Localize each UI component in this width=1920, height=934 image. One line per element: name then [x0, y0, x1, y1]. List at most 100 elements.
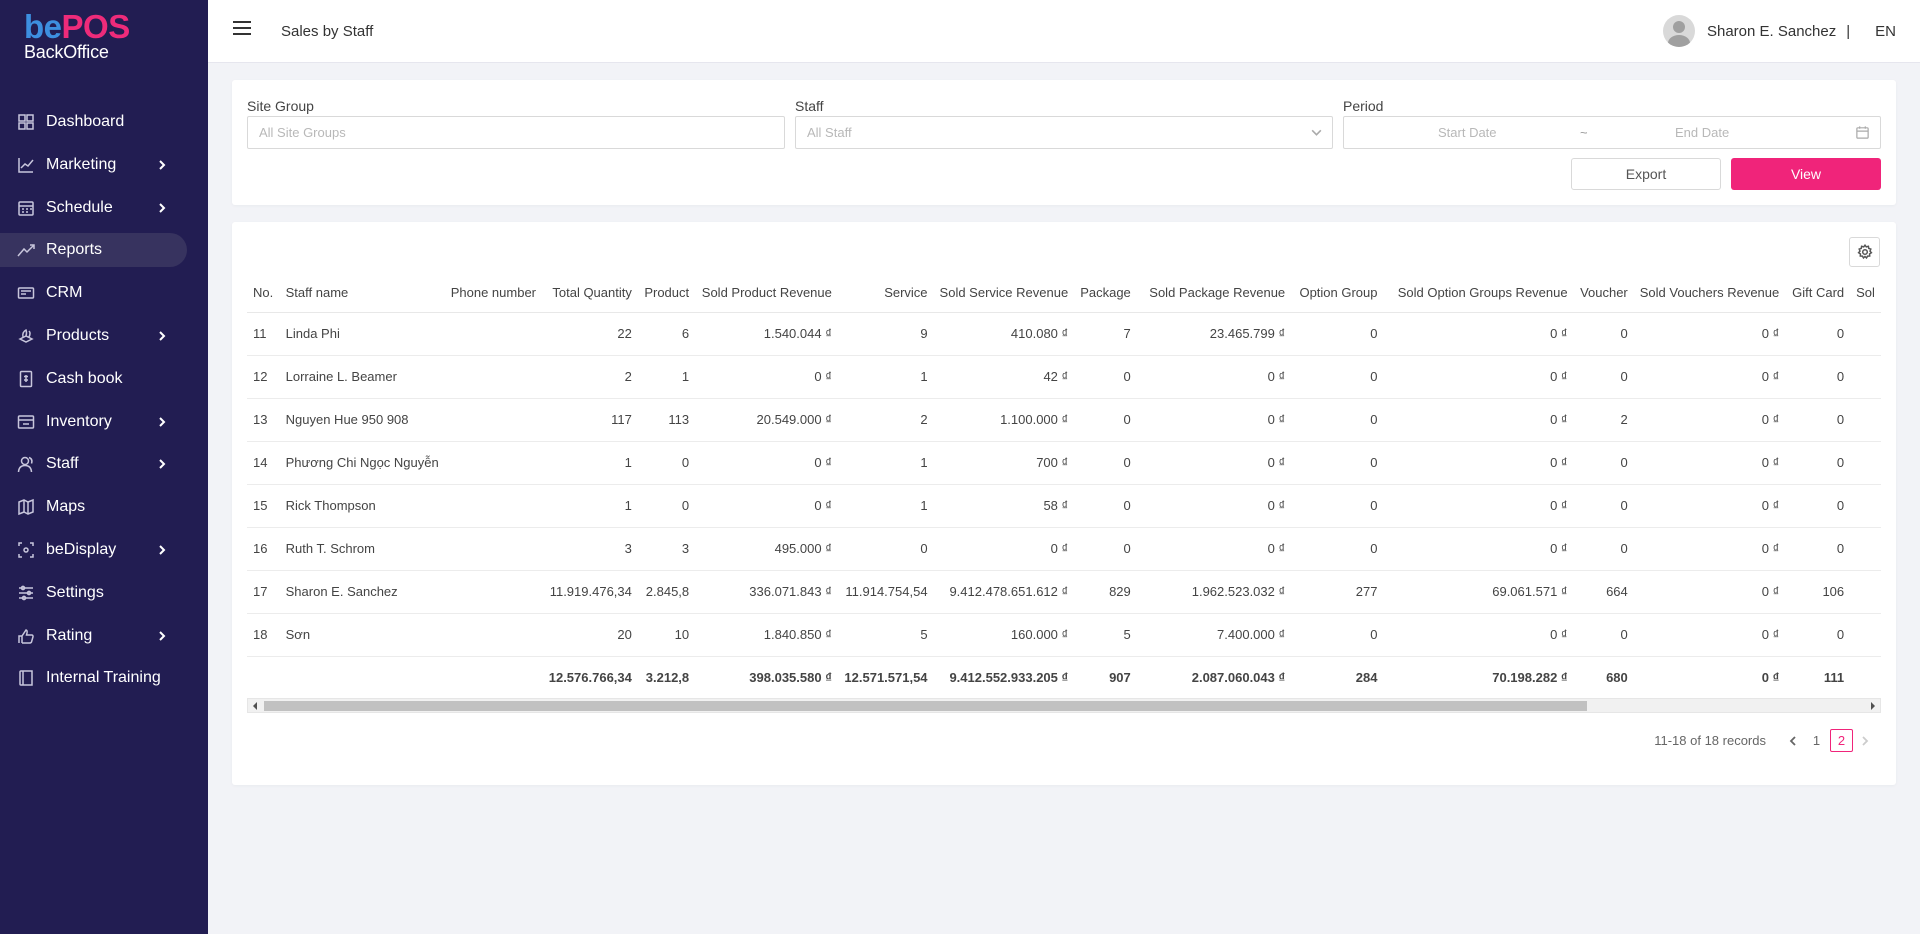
table-cell: 12 — [247, 355, 280, 399]
table-cell: 1 — [637, 355, 696, 399]
avatar[interactable] — [1662, 15, 1695, 47]
sidebar-item-reports[interactable]: Reports — [0, 233, 187, 268]
table-cell: 0 ₫ — [1136, 355, 1292, 399]
column-header[interactable]: Sold Service Revenue — [933, 274, 1075, 313]
table-scroll-area[interactable]: No. Staff name Phone number Total Quantity P… — [247, 274, 1881, 694]
scroll-left-arrow-icon[interactable] — [248, 699, 262, 712]
table-row[interactable]: 13 Nguyen Hue 950 908 117 113 20.549.000 ₫ 2 1… — [247, 398, 1881, 442]
staff-icon — [17, 455, 35, 473]
table-row[interactable]: 18 Sơn 20 10 1.840.850 ₫ 5 160.000 ₫ 5 7.400.000… — [247, 613, 1881, 657]
staff-select[interactable]: All Staff — [795, 116, 1333, 149]
grid-icon — [17, 113, 35, 131]
total-cell: 907 — [1109, 669, 1131, 685]
table-cell: 0 ₫ — [1136, 484, 1292, 528]
table-row[interactable]: 12 Lorraine L. Beamer 2 1 0 ₫ 1 42 ₫ 0 0 ₫ 0 0 ₫ 0 0… — [247, 355, 1881, 399]
user-menu[interactable]: Sharon E. Sanchez | EN — [1662, 15, 1896, 47]
table-row[interactable]: 16 Ruth T. Schrom 3 3 495.000 ₫ 0 0 ₫ 0 0 ₫ 0 0 ₫ 0… — [247, 527, 1881, 571]
sidebar-item-settings[interactable]: Settings — [0, 576, 208, 610]
table-cell: 0 ₫ — [1383, 355, 1574, 399]
table-row[interactable]: 15 Rick Thompson 1 0 0 ₫ 1 58 ₫ 0 0 ₫ 0 0 ₫ 0 0 ₫ 0 — [247, 484, 1881, 528]
table-row[interactable]: 14 Phương Chi Ngọc Nguyễn 1 0 0 ₫ 1 700 ₫ 0 0 ₫ 0… — [247, 441, 1881, 485]
sidebar-item-crm[interactable]: CRM — [0, 276, 208, 310]
language-switch[interactable]: EN — [1875, 23, 1896, 40]
column-settings-button[interactable] — [1849, 237, 1880, 267]
display-icon — [17, 541, 35, 559]
sidebar-item-marketing[interactable]: Marketing — [0, 148, 208, 182]
column-header[interactable]: Staff name — [279, 274, 445, 313]
table-row[interactable]: 11 Linda Phi 22 6 1.540.044 ₫ 9 410.080 ₫ 7 23.4… — [247, 312, 1881, 356]
table-cell — [444, 527, 543, 571]
table-cell: 15 — [247, 484, 280, 528]
table-cell: 11.919.476,34 — [542, 570, 638, 614]
column-header[interactable]: Option Group — [1291, 274, 1384, 313]
sidebar-item-rating[interactable]: Rating — [0, 619, 208, 653]
column-header[interactable]: Sold Vouchers Revenue — [1633, 274, 1786, 313]
table-row[interactable]: 17 Sharon E. Sanchez 11.919.476,34 2.845,8 3… — [247, 570, 1881, 614]
period-range-picker[interactable]: Start Date ~ End Date — [1343, 116, 1881, 149]
sidebar: bePOS BackOffice Dashboard Marketing Sched… — [0, 0, 208, 934]
table-cell: 0 — [1785, 355, 1851, 399]
hamburger-menu-icon[interactable] — [233, 21, 251, 37]
table-cell: 0 ₫ — [1136, 398, 1292, 442]
chevron-right-icon — [154, 328, 170, 344]
next-page-icon[interactable] — [1854, 730, 1876, 752]
table-cell: 117 — [542, 398, 638, 442]
table-cell: 1.100.000 ₫ — [933, 398, 1075, 442]
sidebar-item-dashboard[interactable]: Dashboard — [0, 105, 208, 139]
table-cell: 2 — [542, 355, 638, 399]
table-cell: 829 — [1074, 570, 1137, 614]
sidebar-item-cash-book[interactable]: Cash book — [0, 362, 208, 396]
scroll-right-arrow-icon[interactable] — [1866, 699, 1880, 712]
table-cell: 0 — [1573, 355, 1634, 399]
column-header[interactable]: Total Quantity — [542, 274, 638, 313]
table-cell: 0 — [1785, 398, 1851, 442]
sidebar-item-staff[interactable]: Staff — [0, 447, 208, 481]
table-cell: 0 — [1291, 441, 1384, 485]
table-cell: 0 ₫ — [1383, 312, 1574, 356]
column-header[interactable]: Sold Package Revenue — [1136, 274, 1292, 313]
sidebar-item-bedisplay[interactable]: beDisplay — [0, 533, 208, 567]
sidebar-item-maps[interactable]: Maps — [0, 490, 208, 524]
column-header[interactable]: Sold Product Revenue — [695, 274, 838, 313]
sidebar-item-products[interactable]: Products — [0, 319, 208, 353]
start-date-input[interactable]: Start Date — [1438, 125, 1497, 140]
horizontal-scrollbar[interactable] — [247, 698, 1881, 713]
staff-placeholder: All Staff — [807, 125, 852, 140]
column-header[interactable]: Voucher — [1573, 274, 1634, 313]
table-cell: 0 ₫ — [1136, 441, 1292, 485]
sidebar-item-inventory[interactable]: Inventory — [0, 405, 208, 439]
sidebar-item-internal-training[interactable]: Internal Training — [0, 661, 208, 695]
column-header[interactable]: Package — [1074, 274, 1137, 313]
prev-page-icon[interactable] — [1782, 730, 1804, 752]
column-header[interactable]: Sold Option Groups Revenue — [1383, 274, 1574, 313]
table-cell: 700 ₫ — [933, 441, 1075, 485]
end-date-input[interactable]: End Date — [1675, 125, 1729, 140]
table-cell: Ruth T. Schrom — [279, 527, 445, 571]
sidebar-item-label: Internal Training — [46, 669, 161, 687]
view-button[interactable]: View — [1731, 158, 1881, 190]
column-header[interactable]: No. — [247, 274, 280, 313]
scrollbar-thumb[interactable] — [264, 701, 1587, 711]
sliders-icon — [17, 584, 35, 602]
column-header[interactable]: Product — [637, 274, 696, 313]
column-header[interactable]: Sol — [1850, 274, 1881, 313]
column-header[interactable]: Service — [837, 274, 934, 313]
site-group-select[interactable]: All Site Groups — [247, 116, 785, 149]
logo-be-text: be — [24, 8, 62, 45]
column-header[interactable]: Phone number — [444, 274, 543, 313]
export-button[interactable]: Export — [1571, 158, 1721, 190]
column-header[interactable]: Gift Card — [1785, 274, 1851, 313]
page-2[interactable]: 2 — [1830, 729, 1853, 752]
map-icon — [17, 498, 35, 516]
bepos-logo[interactable]: bePOS BackOffice — [24, 10, 174, 66]
report-table-card: No. Staff name Phone number Total Quantity P… — [232, 222, 1896, 785]
table-cell: 0 ₫ — [1633, 355, 1786, 399]
page-1[interactable]: 1 — [1805, 729, 1828, 752]
calendar-icon — [1855, 125, 1870, 140]
user-name[interactable]: Sharon E. Sanchez — [1707, 23, 1836, 40]
sidebar-item-schedule[interactable]: Schedule — [0, 191, 208, 225]
table-cell — [444, 441, 543, 485]
table-cell: 9 — [837, 312, 934, 356]
book-icon — [17, 669, 35, 687]
logo-pos-text: POS — [61, 8, 131, 45]
